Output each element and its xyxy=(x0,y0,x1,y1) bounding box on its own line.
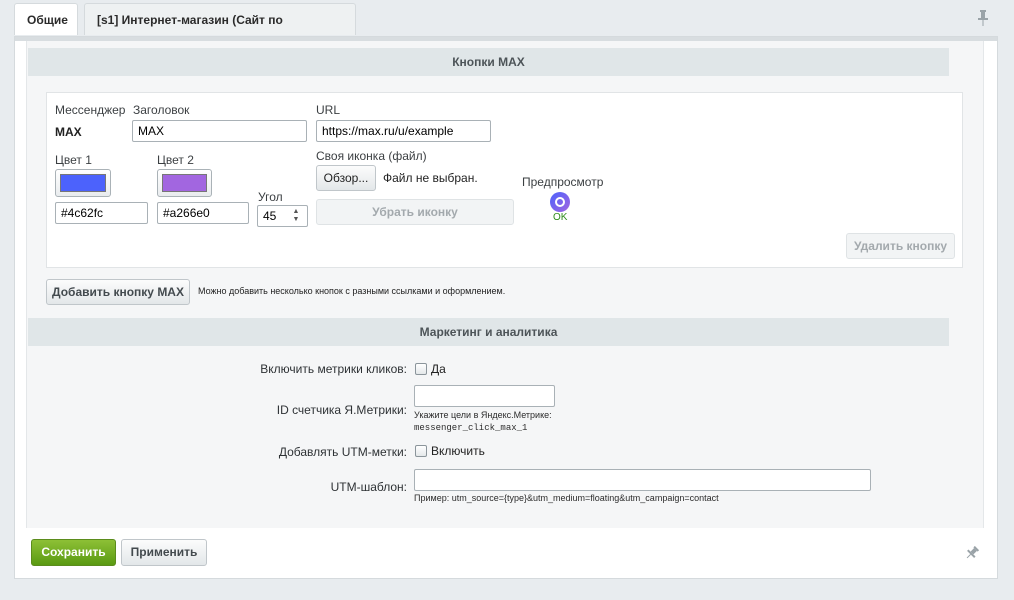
url-input[interactable]: https://max.ru/u/example xyxy=(316,120,491,142)
color1-input[interactable]: #4c62fc xyxy=(55,202,148,224)
delete-button[interactable]: Удалить кнопку xyxy=(846,233,955,259)
preview-label: Предпросмотр xyxy=(522,175,604,189)
click-metrics-option: Да xyxy=(431,362,446,376)
apply-button[interactable]: Применить xyxy=(121,539,207,566)
counter-hint: Укажите цели в Яндекс.Метрике: xyxy=(414,410,552,420)
url-input-value: https://max.ru/u/example xyxy=(322,124,454,138)
custom-icon-label: Своя иконка (файл) xyxy=(316,149,427,163)
messenger-value: MAX xyxy=(55,125,82,139)
messenger-label: Мессенджер xyxy=(55,103,126,117)
counter-id-input[interactable] xyxy=(414,385,555,407)
section-header-max-buttons: Кнопки MAX xyxy=(28,48,949,76)
utm-template-input[interactable] xyxy=(414,469,871,491)
url-label: URL xyxy=(316,103,341,117)
file-status: Файл не выбран. xyxy=(383,171,478,185)
color1-swatch xyxy=(60,174,106,192)
color2-input[interactable]: #a266e0 xyxy=(157,202,249,224)
section-header-marketing: Маркетинг и аналитика xyxy=(28,318,949,346)
angle-spinner[interactable]: ▲ ▼ xyxy=(289,208,303,224)
utm-option: Включить xyxy=(431,444,485,458)
color1-label: Цвет 1 xyxy=(55,153,92,167)
spin-up-icon[interactable]: ▲ xyxy=(289,208,303,216)
preview-button-icon xyxy=(550,192,570,212)
utm-checkbox[interactable] xyxy=(415,445,427,457)
delete-button-label: Удалить кнопку xyxy=(853,239,948,253)
tab-general-label: Общие xyxy=(27,13,68,27)
title-label: Заголовок xyxy=(133,103,190,117)
utm-label: Добавлять UTM-метки: xyxy=(278,445,407,459)
click-metrics-checkbox[interactable] xyxy=(415,363,427,375)
color1-input-value: #4c62fc xyxy=(61,206,104,220)
click-metrics-label: Включить метрики кликов: xyxy=(260,362,407,376)
tab-general[interactable]: Общие xyxy=(14,3,78,35)
browse-button-label: Обзор... xyxy=(323,171,369,185)
title-input-value: MAX xyxy=(138,124,165,138)
color2-input-value: #a266e0 xyxy=(163,206,210,220)
pin-icon-bottom[interactable] xyxy=(965,546,979,560)
counter-goal: messenger_click_max_1 xyxy=(414,423,528,433)
preview-status: OK xyxy=(553,212,568,223)
apply-button-label: Применить xyxy=(130,545,198,559)
utm-template-label: UTM-шаблон: xyxy=(330,480,407,494)
browse-button[interactable]: Обзор... xyxy=(316,165,376,191)
color2-swatch xyxy=(162,174,207,192)
pin-icon[interactable] xyxy=(977,10,989,26)
spin-down-icon[interactable]: ▼ xyxy=(289,216,303,224)
save-button[interactable]: Сохранить xyxy=(31,539,116,566)
section-title: Кнопки MAX xyxy=(452,55,525,69)
color1-picker[interactable] xyxy=(55,169,111,197)
add-max-button-label: Добавить кнопку MAX xyxy=(52,285,184,299)
counter-id-label: ID счетчика Я.Метрики: xyxy=(276,403,407,417)
save-button-label: Сохранить xyxy=(41,545,106,559)
angle-label: Угол xyxy=(258,190,283,204)
marketing-title: Маркетинг и аналитика xyxy=(419,325,558,339)
tab-site-s1[interactable]: [s1] Интернет-магазин (Сайт по умолчанию… xyxy=(84,3,356,59)
add-hint: Можно добавить несколько кнопок с разным… xyxy=(198,286,506,296)
remove-icon-button-label: Убрать иконку xyxy=(372,205,458,219)
add-max-button[interactable]: Добавить кнопку MAX xyxy=(46,279,190,305)
title-input[interactable]: MAX xyxy=(132,120,307,142)
color2-picker[interactable] xyxy=(157,169,212,197)
remove-icon-button[interactable]: Убрать иконку xyxy=(316,199,514,225)
utm-hint: Пример: utm_source={type}&utm_medium=flo… xyxy=(414,493,719,503)
color2-label: Цвет 2 xyxy=(157,153,194,167)
angle-input-value: 45 xyxy=(263,209,277,223)
